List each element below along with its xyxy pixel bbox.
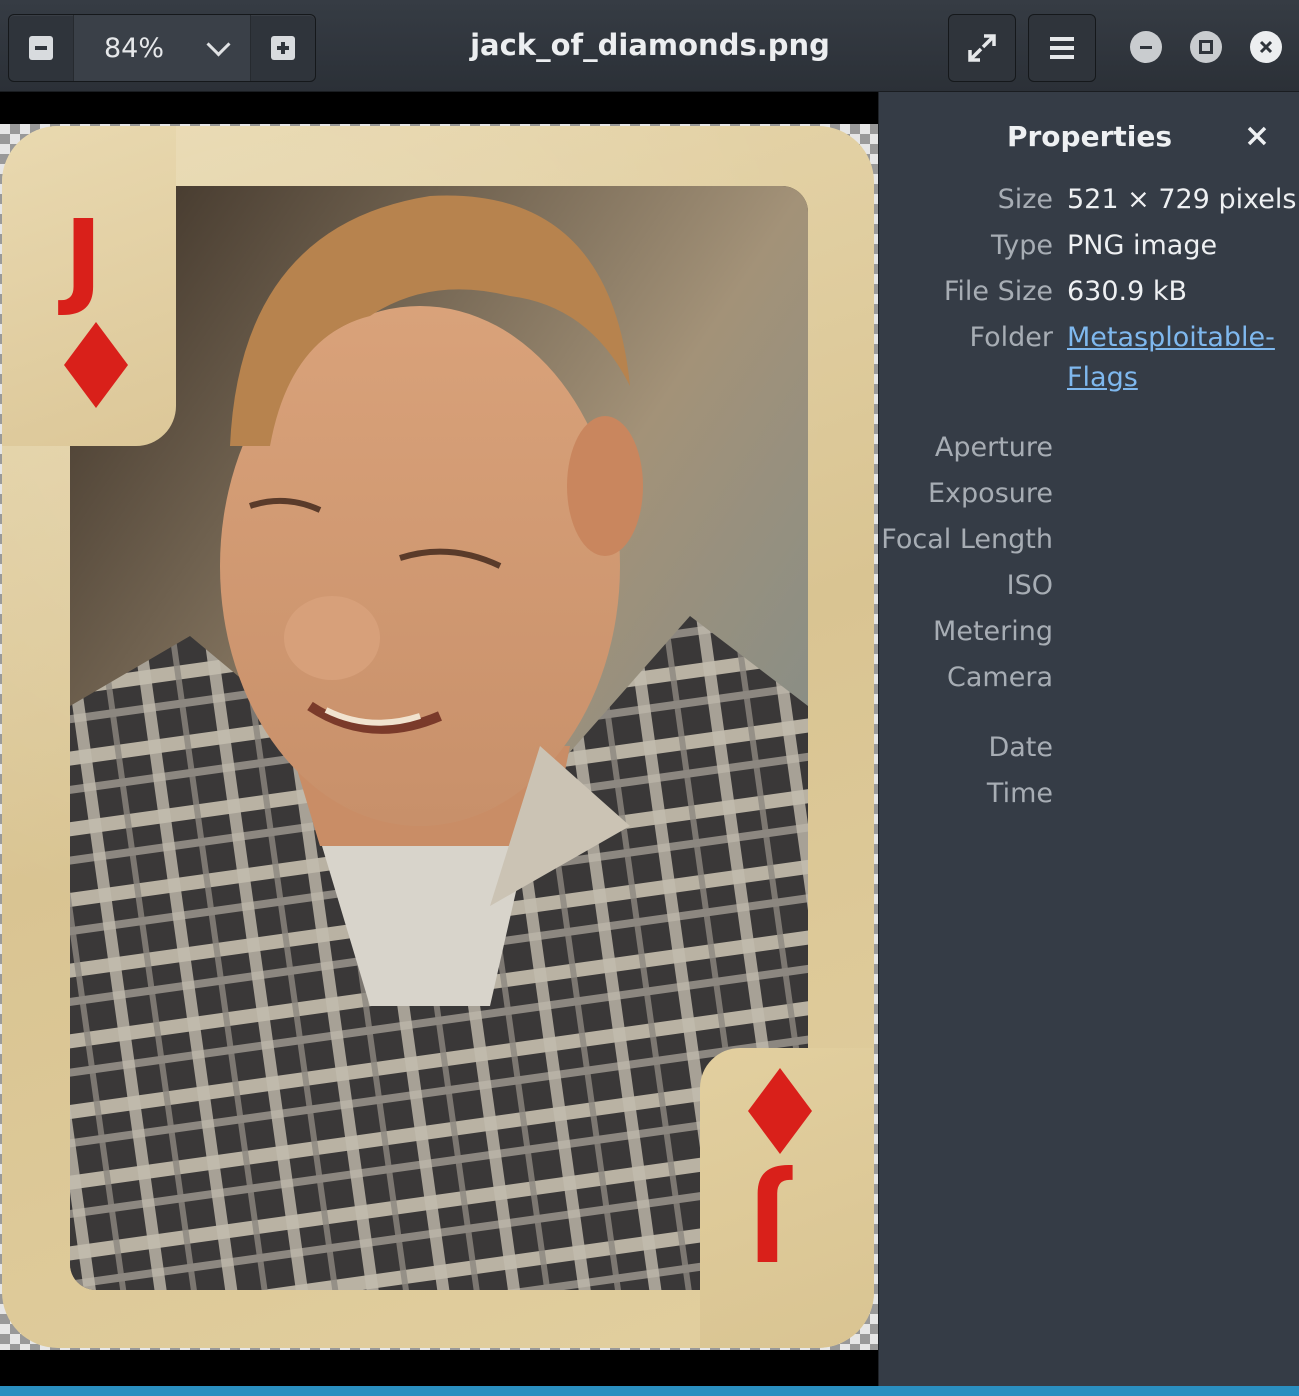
prop-label-date: Date (988, 732, 1053, 763)
card-photo (70, 186, 808, 1290)
fullscreen-icon (968, 34, 996, 62)
close-properties-icon[interactable] (1243, 122, 1271, 150)
prop-label-focal-length: Focal Length (881, 524, 1053, 555)
chevron-down-icon[interactable] (205, 34, 233, 62)
prop-label-type: Type (990, 230, 1053, 261)
prop-label-file-size: File Size (943, 276, 1053, 307)
playing-card-image: J J (2, 126, 874, 1348)
prop-label-time: Time (986, 778, 1053, 809)
prop-value-size: 521 × 729 pixels (1067, 184, 1297, 215)
zoom-level-value: 84% (104, 32, 165, 64)
properties-title: Properties (1006, 120, 1173, 153)
prop-label-camera: Camera (947, 662, 1053, 693)
close-button[interactable] (1250, 31, 1282, 63)
prop-label-metering: Metering (933, 616, 1053, 647)
header-bar: 84% jack_of_diamonds.png (0, 0, 1299, 92)
diamond-suit-icon (64, 322, 128, 408)
plus-icon (271, 36, 295, 60)
zoom-control: 84% (8, 14, 316, 82)
portrait-illustration (70, 186, 808, 1290)
hamburger-menu-icon (1050, 37, 1074, 59)
zoom-out-button[interactable] (9, 15, 73, 81)
maximize-icon (1199, 40, 1213, 54)
folder-link[interactable]: Metasploitable-Flags (1067, 318, 1282, 398)
card-rank-bottom: J (748, 1161, 787, 1283)
prop-value-type: PNG image (1067, 230, 1218, 261)
maximize-button[interactable] (1190, 31, 1222, 63)
minimize-button[interactable] (1130, 31, 1162, 63)
prop-label-aperture: Aperture (934, 432, 1053, 463)
close-icon (1259, 40, 1273, 54)
fullscreen-button[interactable] (948, 14, 1016, 82)
minus-icon (29, 36, 53, 60)
card-rank-top: J (64, 197, 103, 319)
prop-label-exposure: Exposure (928, 478, 1053, 509)
image-viewer-canvas[interactable]: J J (0, 92, 878, 1386)
prop-label-folder: Folder (969, 322, 1053, 353)
prop-label-size: Size (997, 184, 1053, 215)
minimize-icon (1140, 46, 1152, 49)
diamond-suit-icon-bottom (748, 1068, 812, 1154)
menu-button[interactable] (1028, 14, 1096, 82)
window-title: jack_of_diamonds.png (470, 28, 830, 62)
prop-label-iso: ISO (1006, 570, 1053, 601)
prop-value-file-size: 630.9 kB (1067, 276, 1188, 307)
zoom-in-button[interactable] (251, 15, 315, 81)
image-transparency-checkerboard: J J (0, 124, 878, 1350)
properties-panel: Properties Size 521 × 729 pixels Type PN… (878, 92, 1299, 1386)
desktop-background-strip (0, 1386, 1299, 1396)
zoom-level-combo[interactable]: 84% (73, 15, 251, 81)
